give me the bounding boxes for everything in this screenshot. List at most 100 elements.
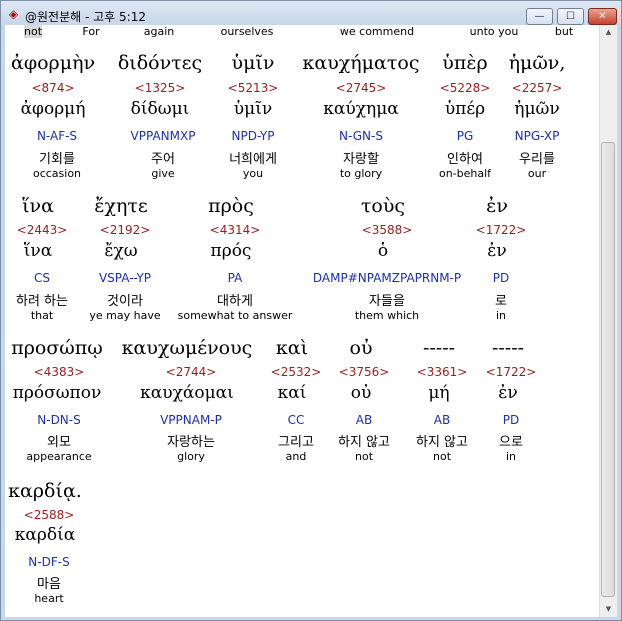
- greek-word[interactable]: καυχωμένους: [122, 337, 253, 359]
- strong-number[interactable]: <2257>: [512, 81, 563, 95]
- vertical-scrollbar[interactable]: ▲ ▼: [599, 25, 617, 617]
- korean-gloss: 그리고: [278, 435, 314, 450]
- window-title: @원전분해 - 고후 5:12: [25, 10, 146, 24]
- parsing-code: NPG-XP: [514, 129, 560, 143]
- korean-gloss: 하지 않고: [338, 435, 390, 450]
- greek-word[interactable]: προσώπῳ: [11, 337, 103, 359]
- greek-word[interactable]: οὐ: [350, 337, 373, 359]
- strong-number[interactable]: <3588>: [362, 223, 413, 237]
- parsing-code: NPD-YP: [231, 129, 275, 143]
- korean-gloss: 마음: [37, 577, 61, 592]
- greek-word[interactable]: καὶ: [276, 337, 308, 359]
- lemma: οὐ: [350, 383, 372, 403]
- strong-number[interactable]: <1722>: [486, 365, 537, 379]
- lemma: πρός: [210, 241, 252, 261]
- parsing-code: N-AF-S: [36, 129, 78, 143]
- greek-word[interactable]: ὑμῖν: [232, 52, 275, 74]
- korean-gloss: 외모: [47, 435, 71, 450]
- strong-number[interactable]: <2744>: [166, 365, 217, 379]
- lemma: ἔχω: [104, 241, 138, 261]
- lemma: μή: [428, 383, 450, 403]
- lemma: καύχημα: [323, 99, 399, 119]
- english-gloss: occasion: [32, 167, 82, 180]
- lemma: ἐν: [498, 383, 518, 403]
- english-gloss: ye may have: [89, 309, 161, 322]
- greek-word[interactable]: ὑπὲρ: [442, 52, 487, 74]
- scroll-up-icon[interactable]: ▲: [600, 25, 617, 40]
- lemma: ἵνα: [23, 241, 53, 261]
- greek-word[interactable]: ἔχητε: [94, 195, 147, 217]
- greek-word[interactable]: καυχήματος: [303, 52, 420, 74]
- strong-number[interactable]: <4383>: [34, 365, 85, 379]
- strong-number[interactable]: <4314>: [210, 223, 261, 237]
- lemma: ἡμῶν: [514, 99, 560, 119]
- english-gloss: that: [30, 309, 54, 322]
- lemma: ἀφορμή: [20, 99, 86, 119]
- strong-number[interactable]: <1325>: [135, 81, 186, 95]
- parsing-code: CC: [287, 413, 305, 427]
- parsing-code: N-DN-S: [37, 413, 81, 427]
- strong-number[interactable]: <1722>: [476, 223, 527, 237]
- top-english-word: unto you: [469, 25, 519, 38]
- app-icon: ◈: [8, 7, 19, 21]
- english-gloss: in: [505, 450, 517, 463]
- close-button[interactable]: ✕: [588, 8, 617, 25]
- greek-word[interactable]: διδόντες: [118, 52, 202, 74]
- strong-number[interactable]: <2443>: [17, 223, 68, 237]
- minimize-button[interactable]: —: [526, 8, 553, 25]
- strong-number[interactable]: <3756>: [339, 365, 390, 379]
- top-english-word: ourselves: [220, 25, 274, 38]
- english-gloss: and: [285, 450, 307, 463]
- korean-gloss: 으로: [499, 435, 523, 450]
- top-english-word: we commend: [339, 25, 415, 38]
- english-gloss: heart: [34, 592, 64, 605]
- strong-number[interactable]: <5228>: [440, 81, 491, 95]
- greek-word[interactable]: -----: [492, 337, 524, 359]
- lemma: καυχάομαι: [140, 383, 234, 403]
- lemma: ἐν: [487, 241, 507, 261]
- parsing-code: CS: [34, 271, 50, 285]
- strong-number[interactable]: <2192>: [100, 223, 151, 237]
- english-gloss: you: [242, 167, 264, 180]
- english-gloss: them which: [354, 309, 420, 322]
- english-gloss: appearance: [26, 450, 92, 463]
- parsing-code: VPPANMXP: [130, 129, 196, 143]
- strong-number[interactable]: <874>: [31, 81, 74, 95]
- top-english-word: For: [82, 25, 100, 38]
- english-gloss: give: [151, 167, 175, 180]
- strong-number[interactable]: <2745>: [336, 81, 387, 95]
- greek-word[interactable]: -----: [423, 337, 455, 359]
- greek-word[interactable]: καρδίᾳ.: [8, 480, 82, 502]
- english-gloss: not: [432, 450, 452, 463]
- strong-number[interactable]: <2532>: [271, 365, 322, 379]
- parsing-code: PD: [502, 413, 520, 427]
- strong-number[interactable]: <3361>: [417, 365, 468, 379]
- top-english-word: but: [554, 25, 574, 38]
- scroll-down-icon[interactable]: ▼: [600, 602, 617, 617]
- maximize-button[interactable]: ☐: [557, 8, 584, 25]
- lemma: καρδία: [14, 525, 76, 545]
- greek-word[interactable]: ἡμῶν,: [509, 52, 566, 74]
- strong-number[interactable]: <5213>: [228, 81, 279, 95]
- strong-number[interactable]: <2588>: [24, 508, 75, 522]
- top-english-word: again: [143, 25, 175, 38]
- lemma: πρόσωπον: [12, 383, 102, 403]
- korean-gloss: 자랑하는: [167, 435, 215, 450]
- korean-gloss: 주어: [151, 152, 175, 167]
- korean-gloss: 우리를: [519, 152, 555, 167]
- english-gloss: not: [354, 450, 374, 463]
- korean-gloss: 너희에게: [229, 152, 277, 167]
- parsing-code: PD: [492, 271, 510, 285]
- lemma: δίδωμι: [130, 99, 190, 119]
- english-gloss: somewhat to answer: [177, 309, 293, 322]
- greek-word[interactable]: ἀφορμὴν: [11, 52, 95, 74]
- parsing-code: N-GN-S: [339, 129, 383, 143]
- app-window: ◈ @원전분해 - 고후 5:12 — ☐ ✕ not For again ou…: [0, 0, 622, 621]
- greek-word[interactable]: ἵνα: [22, 195, 54, 217]
- scrollbar-thumb[interactable]: [601, 142, 615, 597]
- lemma: ὁ: [377, 241, 389, 261]
- greek-word[interactable]: ἐν: [486, 195, 508, 217]
- greek-word[interactable]: τοὺς: [361, 195, 405, 217]
- greek-word[interactable]: πρὸς: [208, 195, 254, 217]
- parsing-code: DAMP#NPAMZPAPRNM-P: [312, 271, 462, 285]
